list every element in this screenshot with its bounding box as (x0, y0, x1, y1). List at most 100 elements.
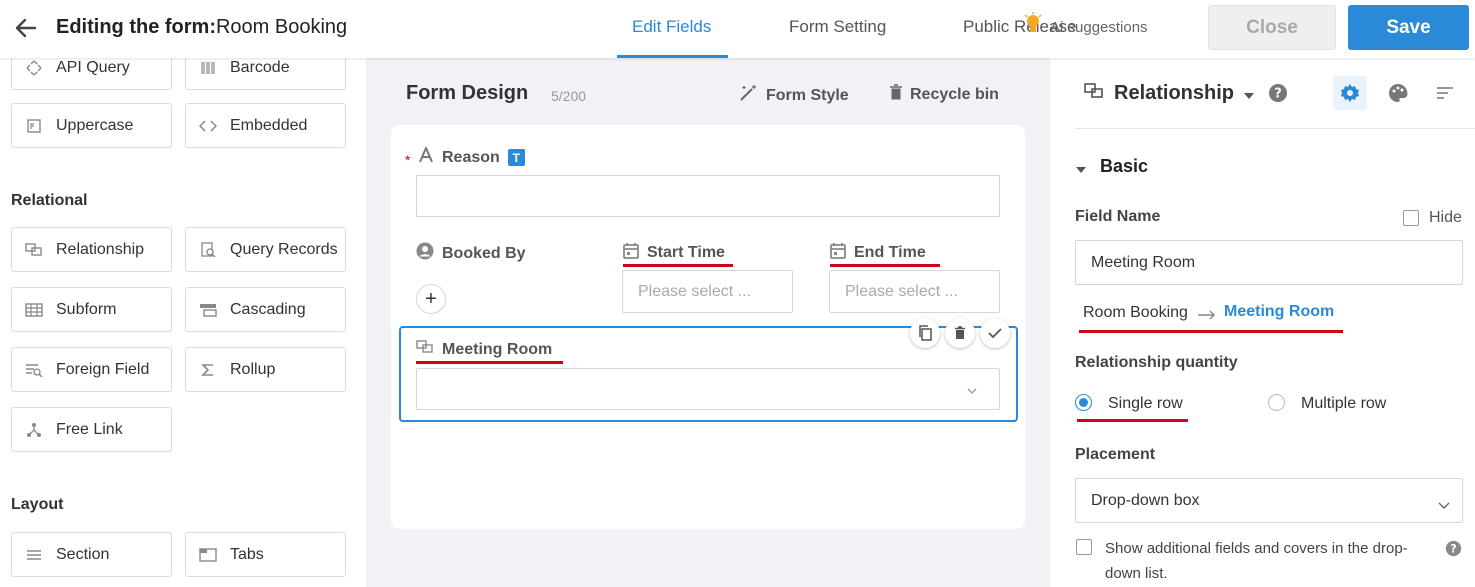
recycle-bin-button[interactable]: Recycle bin (889, 84, 999, 106)
show-additional-label-cont: down list. (1105, 565, 1168, 582)
svg-text:?: ? (1450, 542, 1456, 555)
field-tabs[interactable]: Tabs (185, 532, 346, 577)
field-booked-by-label: Booked By (416, 242, 526, 265)
single-row-label: Single row (1108, 395, 1183, 412)
field-label: Query Records (230, 240, 338, 258)
trash-icon (889, 84, 903, 106)
field-rollup[interactable]: Rollup (185, 347, 346, 392)
relationship-icon (416, 340, 434, 359)
query-records-icon (186, 241, 230, 258)
calendar-icon (623, 242, 639, 264)
chevron-down-icon (967, 381, 977, 399)
annotation-underline (1077, 419, 1188, 422)
form-style-button[interactable]: Form Style (739, 84, 849, 107)
placement-select[interactable]: Drop-down box (1075, 478, 1463, 523)
tab-form-setting[interactable]: Form Setting (789, 17, 886, 37)
page-title: Editing the form:Room Booking (56, 16, 348, 38)
divider (1075, 128, 1475, 129)
field-label: Section (56, 545, 110, 563)
check-icon[interactable] (980, 318, 1010, 348)
form-canvas: Form Design 5/200 Form Style Recycle bin… (366, 58, 1050, 587)
tab-edit-fields[interactable]: Edit Fields (632, 17, 711, 37)
field-free-link[interactable]: Free Link (11, 407, 172, 452)
annotation-underline (830, 264, 940, 267)
field-meeting-room-label: Meeting Room (416, 340, 552, 359)
section-basic: Basic (1100, 156, 1149, 176)
annotation-underline (1079, 330, 1343, 333)
caret-down-icon (1244, 82, 1255, 105)
show-additional-checkbox[interactable] (1076, 539, 1092, 555)
cascading-icon (186, 303, 230, 317)
form-card: * Reason T Booked By + Start Time Please… (391, 125, 1025, 529)
palette-icon[interactable] (1381, 76, 1415, 110)
foreign-field-icon (12, 363, 56, 377)
field-name-input[interactable]: Meeting Room (1075, 240, 1463, 285)
field-label: Tabs (230, 545, 264, 563)
annotation-underline (416, 361, 563, 364)
field-cascading[interactable]: Cascading (185, 287, 346, 332)
save-button[interactable]: Save (1348, 5, 1469, 50)
magic-wand-icon (739, 84, 759, 107)
ai-suggestions-link[interactable]: Ai suggestions (1050, 19, 1148, 36)
lightbulb-icon (1024, 12, 1042, 41)
user-icon (416, 242, 434, 265)
help-icon[interactable]: ? (1261, 76, 1295, 110)
close-button[interactable]: Close (1208, 5, 1336, 50)
required-marker: * (405, 152, 411, 168)
form-design-title: Form Design (406, 82, 529, 104)
relation-target-link[interactable]: Meeting Room (1224, 303, 1334, 321)
field-count: 5/200 (551, 88, 587, 104)
field-label: Uppercase (56, 116, 134, 134)
calendar-icon (830, 242, 846, 264)
field-label: Rollup (230, 360, 276, 378)
gear-icon[interactable] (1333, 76, 1367, 110)
copy-icon[interactable] (910, 318, 940, 348)
field-section[interactable]: Section (11, 532, 172, 577)
field-relationship[interactable]: Relationship (11, 227, 172, 272)
arrow-right-icon (1198, 307, 1216, 325)
table-icon (12, 302, 56, 317)
field-end-time-label: End Time (830, 242, 926, 264)
code-icon (186, 119, 230, 133)
sort-icon[interactable] (1428, 76, 1462, 110)
field-label: Foreign Field (56, 360, 150, 378)
reason-input[interactable] (416, 175, 1000, 217)
field-reason-label: Reason T (418, 145, 525, 168)
field-subform[interactable]: Subform (11, 287, 172, 332)
hide-checkbox[interactable] (1403, 210, 1419, 226)
section-layout: Layout (11, 496, 64, 513)
field-query-records[interactable]: Query Records (185, 227, 346, 272)
placement-label: Placement (1075, 446, 1156, 463)
annotation-underline (623, 264, 733, 267)
single-row-radio[interactable] (1075, 394, 1092, 411)
multiple-row-label: Multiple row (1301, 395, 1387, 412)
meeting-room-select[interactable] (416, 368, 1000, 410)
back-arrow-icon[interactable] (13, 15, 39, 41)
caret-down-icon[interactable] (1076, 160, 1086, 178)
field-label: API Query (56, 58, 130, 76)
field-label: Subform (56, 300, 117, 318)
relationship-quantity-label: Relationship quantity (1075, 354, 1238, 371)
tabs-icon (186, 547, 230, 562)
relationship-icon (12, 242, 56, 257)
start-time-input[interactable]: Please select ... (622, 270, 793, 313)
field-foreign-field[interactable]: Foreign Field (11, 347, 172, 392)
field-label: Barcode (230, 58, 290, 76)
selected-field-meeting-room[interactable]: Meeting Room (399, 318, 1018, 422)
section-relational: Relational (11, 192, 88, 209)
field-name-label: Field Name (1075, 208, 1161, 225)
delete-icon[interactable] (945, 318, 975, 348)
multiple-row-radio[interactable] (1268, 394, 1285, 411)
text-a-icon (418, 145, 434, 168)
field-uppercase[interactable]: Uppercase (11, 103, 172, 148)
help-icon[interactable]: ? (1445, 540, 1462, 562)
field-label: Cascading (230, 300, 306, 318)
hide-label: Hide (1429, 209, 1462, 226)
uppercase-icon (12, 118, 56, 134)
field-label: Free Link (56, 420, 123, 438)
end-time-input[interactable]: Please select ... (829, 270, 1000, 313)
field-start-time-label: Start Time (623, 242, 725, 264)
add-user-button[interactable]: + (416, 284, 446, 314)
field-embedded[interactable]: Embedded (185, 103, 346, 148)
field-type-dropdown[interactable]: Relationship (1084, 82, 1255, 105)
